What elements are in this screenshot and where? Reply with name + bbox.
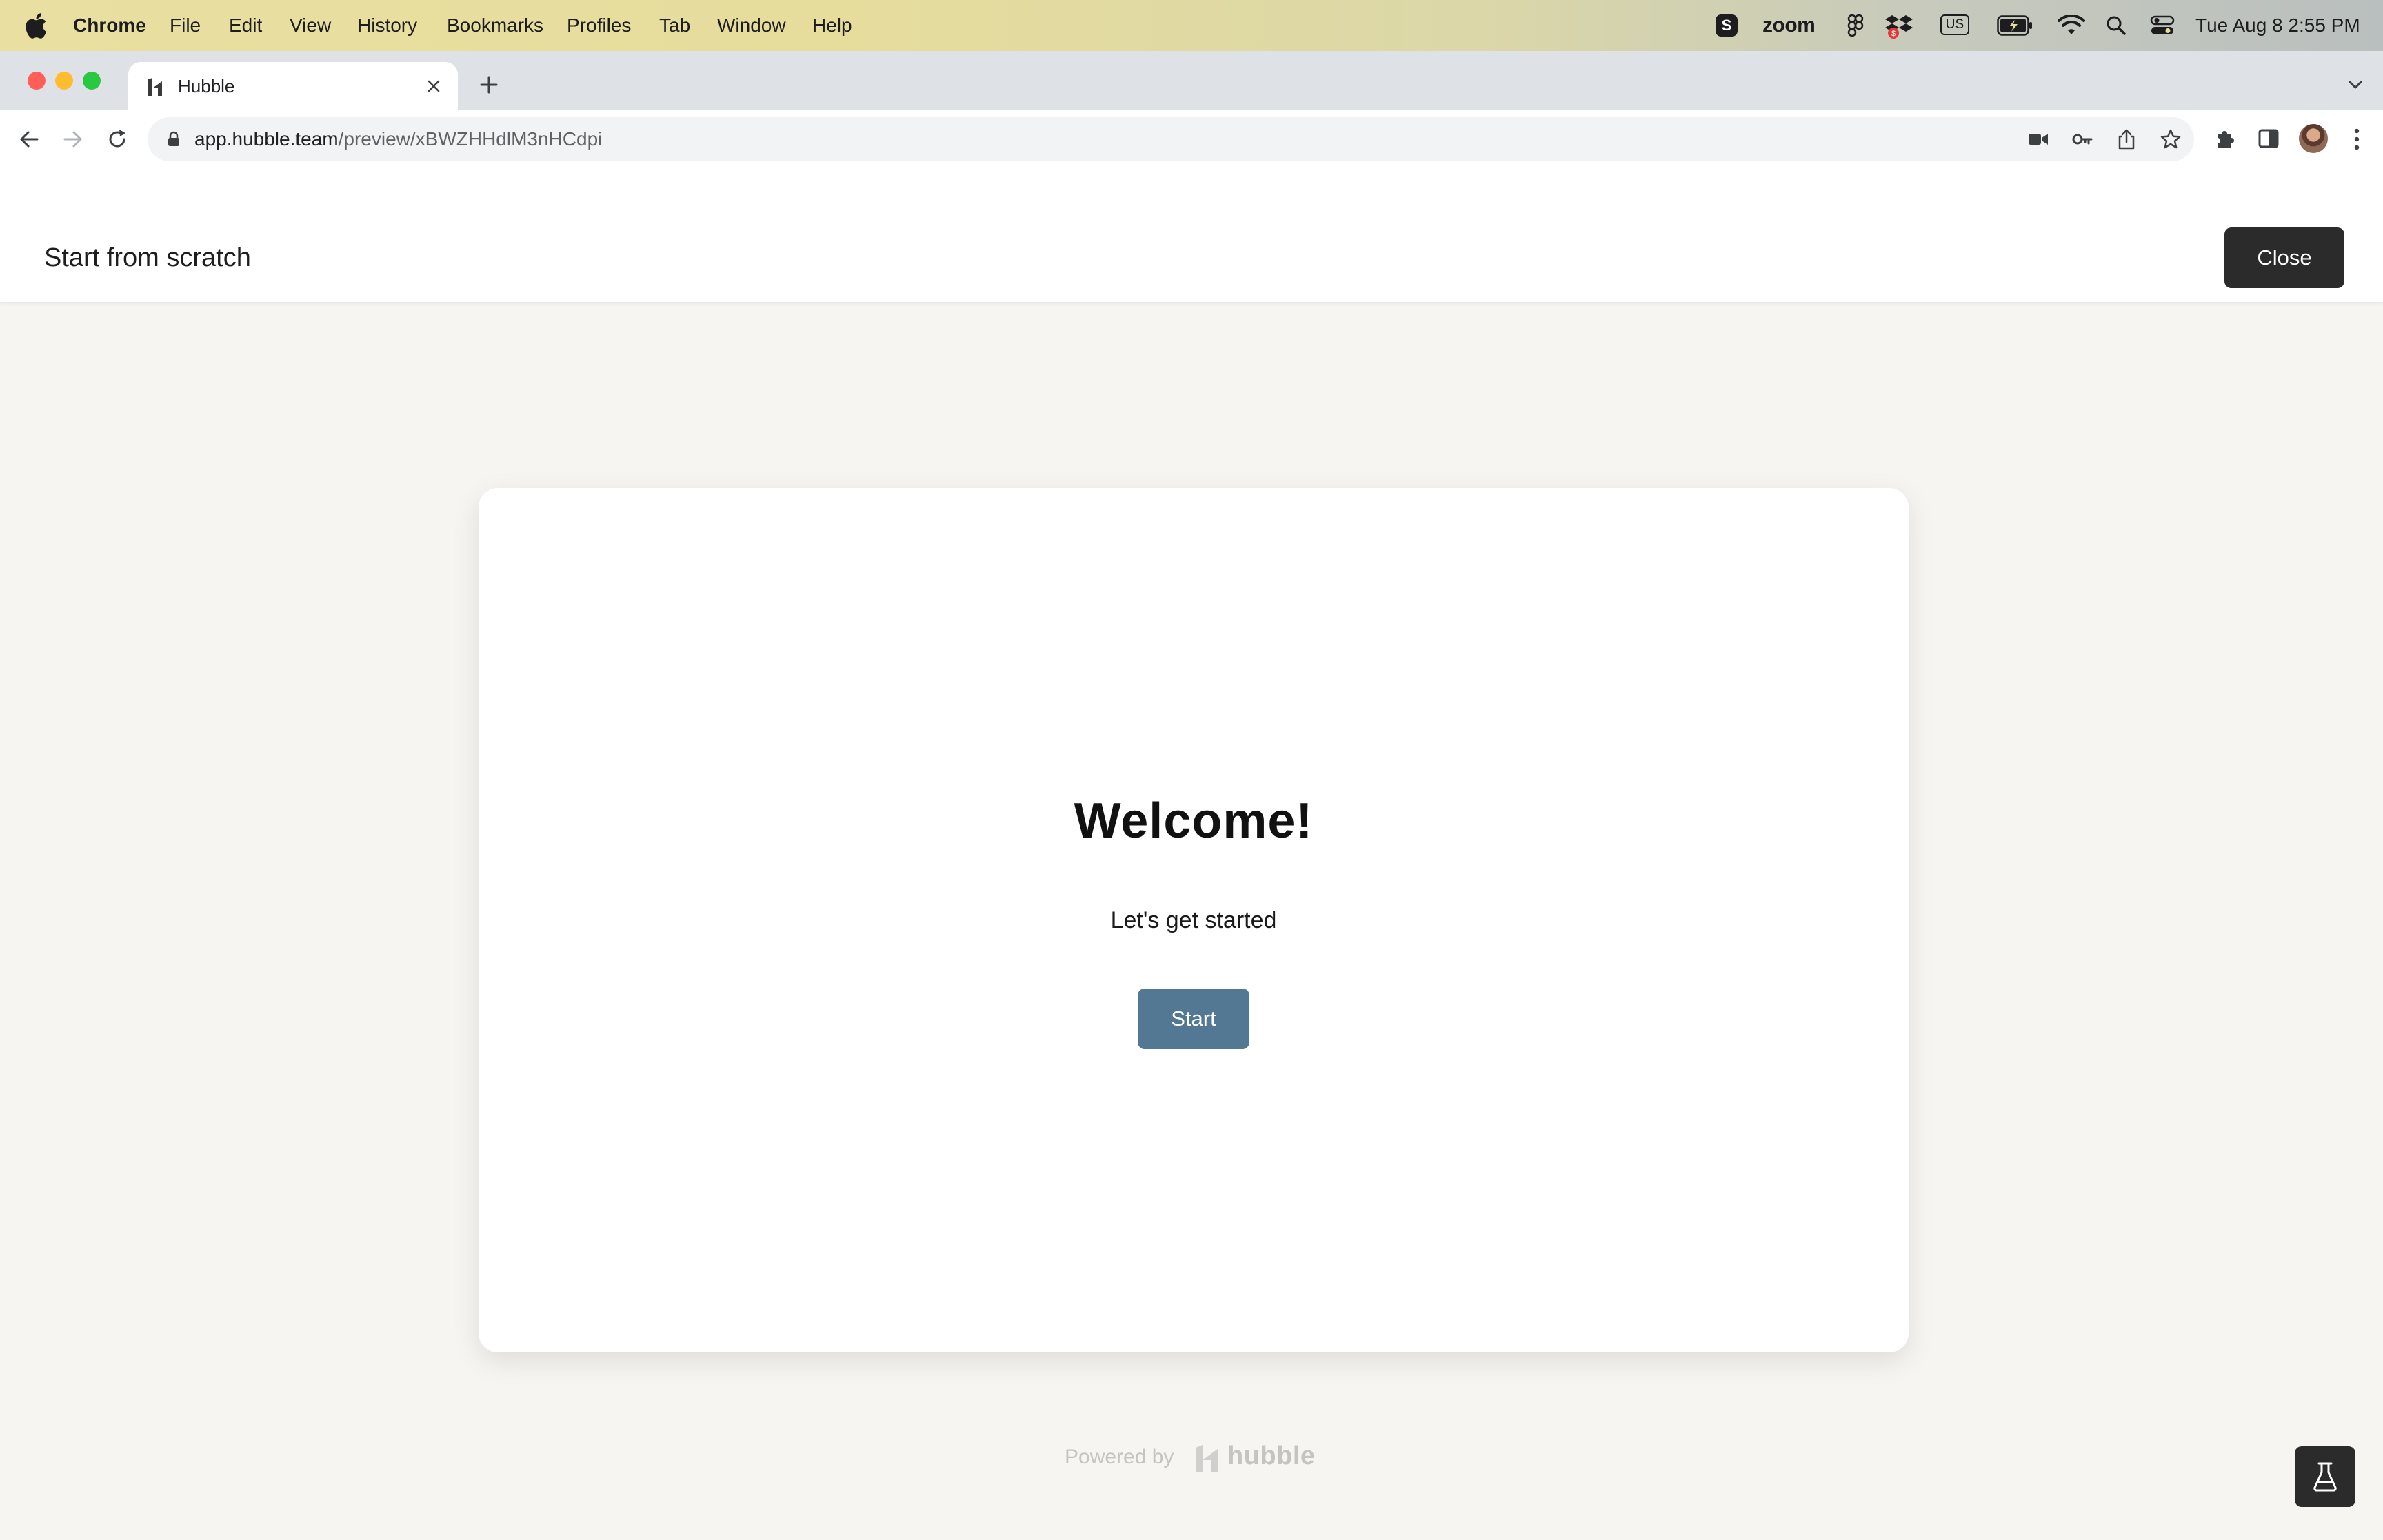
window-close-button[interactable] bbox=[28, 72, 46, 90]
password-key-icon[interactable] bbox=[2071, 130, 2093, 149]
lock-icon[interactable] bbox=[167, 131, 181, 148]
hubble-wordmark[interactable]: hubble bbox=[1227, 1435, 1316, 1477]
dropbox-icon[interactable]: $ bbox=[1885, 12, 1914, 40]
lab-flask-button[interactable] bbox=[2295, 1446, 2355, 1507]
menu-view[interactable]: View bbox=[290, 0, 331, 51]
svg-text:$: $ bbox=[1891, 30, 1896, 38]
close-button[interactable]: Close bbox=[2224, 227, 2344, 288]
page-top-strip bbox=[0, 168, 2383, 215]
hubble-favicon-icon bbox=[148, 78, 162, 96]
app-header: Start from scratch Close bbox=[0, 214, 2383, 303]
powered-by-label: Powered by bbox=[1065, 1446, 1174, 1468]
control-center-icon[interactable] bbox=[2150, 15, 2175, 36]
menu-history[interactable]: History bbox=[357, 0, 417, 51]
extensions-puzzle-icon[interactable] bbox=[2213, 127, 2237, 150]
menu-bar-clock[interactable]: Tue Aug 8 2:55 PM bbox=[2195, 0, 2360, 51]
tab-close-icon[interactable] bbox=[426, 79, 441, 94]
battery-icon[interactable] bbox=[1997, 15, 2033, 36]
menu-bookmarks[interactable]: Bookmarks bbox=[447, 0, 543, 51]
menu-file[interactable]: File bbox=[170, 0, 201, 51]
side-panel-icon[interactable] bbox=[2258, 128, 2280, 149]
address-bar[interactable]: app.hubble.team/preview/xBWZHHdlM3nHCdpi bbox=[148, 117, 2194, 161]
share-icon[interactable] bbox=[2117, 128, 2136, 150]
reload-icon[interactable] bbox=[105, 127, 130, 152]
url-host: app.hubble.team bbox=[194, 128, 339, 150]
page-title: Start from scratch bbox=[44, 243, 251, 272]
tab-search-chevron-down-icon[interactable] bbox=[2347, 79, 2364, 91]
new-tab-icon[interactable] bbox=[479, 74, 499, 95]
window-zoom-button[interactable] bbox=[83, 72, 101, 90]
url-text: app.hubble.team/preview/xBWZHHdlM3nHCdpi bbox=[194, 117, 602, 161]
menu-tab[interactable]: Tab bbox=[659, 0, 690, 51]
menu-app-name[interactable]: Chrome bbox=[73, 0, 146, 51]
skype-icon[interactable]: S bbox=[1716, 14, 1738, 37]
start-button[interactable]: Start bbox=[1138, 989, 1249, 1049]
welcome-subtitle: Let's get started bbox=[1110, 907, 1277, 933]
back-arrow-icon[interactable] bbox=[17, 127, 41, 152]
menu-help[interactable]: Help bbox=[812, 0, 852, 51]
profile-avatar[interactable] bbox=[2299, 124, 2328, 153]
welcome-heading: Welcome! bbox=[1074, 793, 1314, 849]
forward-arrow-icon[interactable] bbox=[61, 127, 86, 152]
flask-icon bbox=[2313, 1462, 2337, 1492]
tab-title: Hubble bbox=[178, 76, 235, 97]
figma-icon[interactable] bbox=[1845, 14, 1866, 37]
os-menu-bar: Chrome File Edit View History Bookmarks … bbox=[0, 0, 2383, 51]
zoom-status[interactable]: zoom bbox=[1762, 0, 1816, 51]
bookmark-star-icon[interactable] bbox=[2160, 128, 2182, 150]
keyboard-input-source[interactable]: US bbox=[1940, 14, 1969, 35]
spotlight-search-icon[interactable] bbox=[2106, 15, 2126, 36]
more-menu-icon[interactable] bbox=[2349, 127, 2365, 152]
browser-tab-hubble[interactable]: Hubble bbox=[128, 62, 458, 110]
menu-profiles[interactable]: Profiles bbox=[567, 0, 631, 51]
camera-icon[interactable] bbox=[2027, 131, 2049, 148]
menu-window[interactable]: Window bbox=[717, 0, 786, 51]
keyboard-label: US bbox=[1945, 17, 1964, 32]
window-minimize-button[interactable] bbox=[55, 72, 73, 90]
hubble-logo-icon[interactable] bbox=[1193, 1438, 1220, 1477]
welcome-card: Welcome! Let's get started Start bbox=[479, 488, 1909, 1352]
wifi-icon[interactable] bbox=[2058, 15, 2085, 36]
url-path: /preview/xBWZHHdlM3nHCdpi bbox=[338, 128, 603, 150]
menu-edit[interactable]: Edit bbox=[229, 0, 262, 51]
apple-icon[interactable] bbox=[25, 12, 47, 39]
